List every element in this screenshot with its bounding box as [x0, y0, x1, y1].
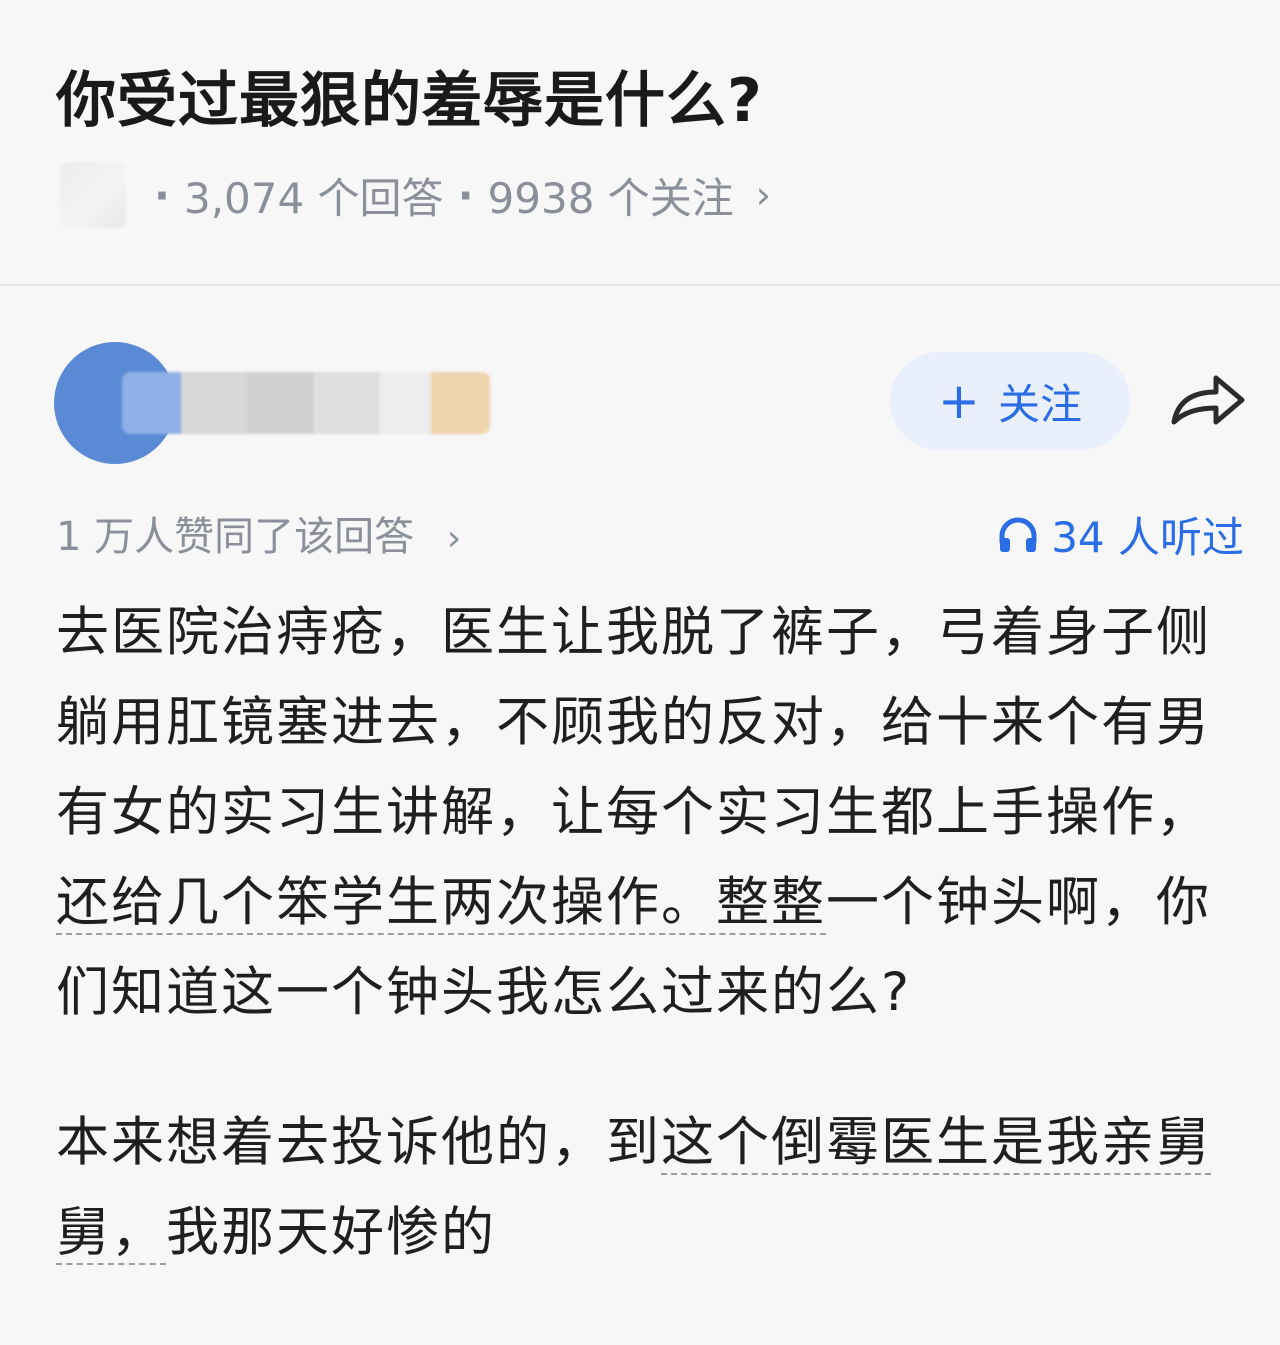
answer-paragraph: 本来想着去投诉他的，到这个倒霉医生是我亲舅舅，我那天好惨的: [56, 1098, 1226, 1278]
answer-text: 去医院治痔疮，医生让我脱了裤子，弓着身子侧躺用肛镜塞进去，不顾我的反对，给十来个…: [56, 602, 1211, 843]
author-name-blurred[interactable]: [122, 372, 490, 434]
chevron-right-icon: ›: [446, 518, 462, 559]
answer-text: 我那天好惨的: [166, 1202, 496, 1263]
answer-body: 去医院治痔疮，医生让我脱了裤子，弓着身子侧躺用肛镜塞进去，不顾我的反对，给十来个…: [56, 588, 1226, 1278]
follow-label: 关注: [997, 379, 1082, 429]
meta-separator: ·: [457, 170, 474, 220]
meta-separator: ·: [154, 170, 170, 220]
headphones-icon: [999, 517, 1037, 552]
question-meta[interactable]: · 3,074 个回答 · 9938 个关注 ›: [60, 162, 771, 228]
votes-line[interactable]: 1 万人赞同了该回答 ›: [56, 504, 461, 562]
votes-text: 1 万人赞同了该回答: [56, 514, 415, 560]
follow-button[interactable]: + 关注: [890, 352, 1130, 450]
inline-link[interactable]: 还给几个笨学生两次操作。整整: [56, 872, 826, 935]
answer-text: 本来想着去投诉他的，到: [56, 1112, 661, 1173]
followers-count: 9938 个关注: [487, 173, 734, 223]
question-title[interactable]: 你受过最狠的羞辱是什么?: [56, 52, 763, 139]
share-icon[interactable]: [1168, 370, 1248, 434]
listened-text: 34 人听过: [1051, 513, 1244, 562]
answer-page: 你受过最狠的羞辱是什么? · 3,074 个回答 · 9938 个关注 › + …: [0, 0, 1280, 1345]
topic-thumbnail[interactable]: [60, 162, 126, 228]
answer-paragraph: 去医院治痔疮，医生让我脱了裤子，弓着身子侧躺用肛镜塞进去，不顾我的反对，给十来个…: [56, 588, 1226, 1038]
divider: [0, 284, 1280, 286]
plus-icon: +: [938, 372, 980, 430]
answers-count: 3,074 个回答: [183, 173, 444, 223]
listen-count[interactable]: 34 人听过: [997, 504, 1244, 565]
chevron-right-icon: ›: [755, 173, 771, 217]
